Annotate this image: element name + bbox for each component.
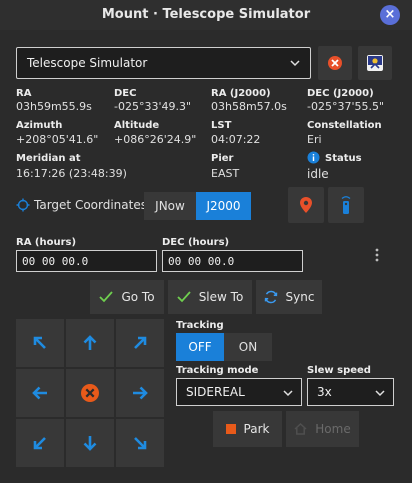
sync-icon <box>264 290 277 304</box>
slew-speed-select[interactable]: 3x <box>307 378 394 406</box>
status-label: Status <box>325 153 362 164</box>
tracking-label: Tracking <box>176 320 224 331</box>
title-bar: Mount · Telescope Simulator × <box>0 0 412 30</box>
constellation-value: Eri <box>307 133 322 146</box>
altitude-label: Altitude <box>114 120 160 131</box>
pier-value: EAST <box>211 167 240 180</box>
arrow-northeast-icon <box>134 336 147 349</box>
dec-label: DEC <box>114 88 137 99</box>
move-east-button[interactable] <box>116 369 164 417</box>
lst-label: LST <box>211 120 232 131</box>
ra-value: 03h59m55.9s <box>16 100 92 113</box>
disconnect-button[interactable] <box>318 46 352 80</box>
park-label: Park <box>243 422 270 436</box>
dec-hours-input[interactable] <box>163 251 302 271</box>
constellation-label: Constellation <box>307 120 382 131</box>
check-icon <box>99 291 114 303</box>
disconnect-icon <box>328 56 342 70</box>
abort-motion-button[interactable] <box>66 369 114 417</box>
arrow-southeast-icon <box>134 437 147 450</box>
dec-hours-field[interactable] <box>162 250 303 272</box>
status-value: idle <box>307 167 329 181</box>
crosshair-icon <box>16 198 30 212</box>
arrow-southwest-icon <box>33 437 46 450</box>
dec-hours-label: DEC (hours) <box>162 237 230 248</box>
move-southwest-button[interactable] <box>16 419 64 467</box>
epoch-jnow-button[interactable]: JNow <box>144 192 196 220</box>
slew-speed-value: 3x <box>317 385 332 399</box>
epoch-j2000-button[interactable]: J2000 <box>196 192 251 220</box>
info-icon <box>307 151 320 164</box>
home-button[interactable]: Home <box>286 411 359 447</box>
move-southeast-button[interactable] <box>116 419 164 467</box>
sync-label: Sync <box>285 290 315 304</box>
telescope-info-button[interactable] <box>358 46 392 80</box>
device-select-value: Telescope Simulator <box>27 56 148 70</box>
goto-button[interactable]: Go To <box>90 280 164 314</box>
target-coordinates-label: Target Coordinates: <box>34 198 152 212</box>
lst-value: 04:07:22 <box>211 133 261 146</box>
tracking-on-button[interactable]: ON <box>224 333 272 361</box>
ra-label: RA <box>16 88 32 99</box>
move-northwest-button[interactable] <box>16 319 64 367</box>
map-marker-icon <box>300 197 312 213</box>
arrow-right-icon <box>133 386 148 400</box>
meridian-value: 16:17:26 (23:48:39) <box>16 167 127 180</box>
goto-label: Go To <box>121 290 155 304</box>
device-select[interactable]: Telescope Simulator <box>16 47 311 79</box>
park-stop-icon <box>225 424 236 434</box>
altitude-value: +086°26'24.9" <box>114 133 197 146</box>
slew-to-label: Slew To <box>198 290 244 304</box>
move-north-button[interactable] <box>66 319 114 367</box>
ra-j2000-value: 03h58m57.0s <box>211 100 287 113</box>
home-label: Home <box>315 422 351 436</box>
ra-hours-input[interactable] <box>17 251 156 271</box>
dec-j2000-value: -025°37'55.5" <box>307 100 385 113</box>
tracking-mode-value: SIDEREAL <box>186 385 245 399</box>
more-options-icon[interactable] <box>374 247 380 263</box>
move-west-button[interactable] <box>16 369 64 417</box>
dec-j2000-label: DEC (J2000) <box>307 88 374 99</box>
tracking-mode-select[interactable]: SIDEREAL <box>176 378 302 406</box>
pier-label: Pier <box>211 153 234 164</box>
dec-value: -025°33'49.3" <box>114 100 192 113</box>
slew-speed-label: Slew speed <box>307 365 371 376</box>
chevron-down-icon <box>283 390 293 397</box>
move-south-button[interactable] <box>66 419 114 467</box>
chevron-down-icon <box>375 390 385 397</box>
ra-hours-label: RA (hours) <box>16 237 77 248</box>
move-northeast-button[interactable] <box>116 319 164 367</box>
slew-to-button[interactable]: Slew To <box>168 280 252 314</box>
remote-icon <box>341 196 351 214</box>
azimuth-label: Azimuth <box>16 120 63 131</box>
arrow-down-icon <box>83 436 97 451</box>
stop-icon <box>81 384 99 402</box>
home-icon <box>294 423 307 435</box>
arrow-left-icon <box>32 386 47 400</box>
azimuth-value: +208°05'41.6" <box>16 133 99 146</box>
telescope-badge-icon <box>367 55 383 71</box>
chevron-down-icon <box>290 60 300 67</box>
tracking-mode-label: Tracking mode <box>176 365 259 376</box>
arrow-northwest-icon <box>33 336 46 349</box>
window-title: Mount · Telescope Simulator <box>101 7 311 22</box>
check-icon <box>177 291 191 303</box>
sync-button[interactable]: Sync <box>256 280 322 314</box>
target-location-button[interactable] <box>288 187 324 223</box>
arrow-up-icon <box>83 335 97 350</box>
remote-control-button[interactable] <box>328 187 364 223</box>
ra-j2000-label: RA (J2000) <box>211 88 271 99</box>
park-button[interactable]: Park <box>213 411 282 447</box>
window-close-button[interactable]: × <box>380 5 400 25</box>
meridian-label: Meridian at <box>16 153 81 164</box>
tracking-off-button[interactable]: OFF <box>176 333 224 361</box>
ra-hours-field[interactable] <box>16 250 157 272</box>
